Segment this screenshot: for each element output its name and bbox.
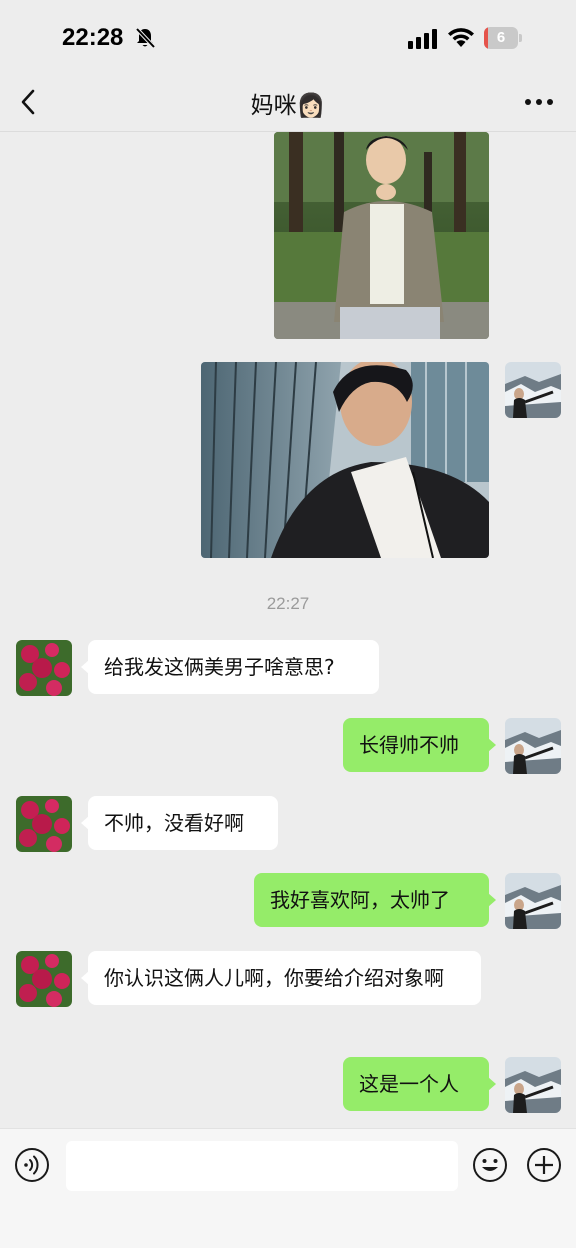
chat-header: 妈咪👩🏻 xyxy=(0,72,576,132)
my-avatar[interactable] xyxy=(505,718,561,774)
contact-avatar[interactable] xyxy=(16,640,72,696)
sent-message[interactable]: 这是一个人 xyxy=(343,1057,496,1111)
received-message[interactable]: 不帅，没看好啊 xyxy=(81,796,278,850)
more-dots-icon[interactable] xyxy=(524,98,554,106)
status-bar: 22:28 6 xyxy=(0,0,576,72)
sent-message[interactable]: 我好喜欢阿，太帅了 xyxy=(254,873,496,927)
battery-percent: 6 xyxy=(496,29,506,46)
sent-photo-selfie[interactable] xyxy=(201,362,489,558)
my-avatar[interactable] xyxy=(505,1057,561,1113)
sent-photo-park[interactable] xyxy=(274,132,489,339)
bell-muted-icon xyxy=(135,27,156,49)
battery-icon: 6 xyxy=(484,27,522,49)
status-time: 22:28 xyxy=(62,24,124,51)
emoji-icon[interactable] xyxy=(472,1147,508,1183)
contact-avatar[interactable] xyxy=(16,951,72,1007)
plus-icon[interactable] xyxy=(526,1147,562,1183)
message-input[interactable] xyxy=(66,1141,458,1191)
wifi-icon xyxy=(448,28,474,47)
message-timestamp: 22:27 xyxy=(266,594,310,613)
voice-icon[interactable] xyxy=(14,1147,50,1183)
message-list[interactable]: 22:27 给我发这俩美男子啥意思? 长得帅不帅 不帅，没看好啊 我好喜欢阿，太… xyxy=(0,132,576,1128)
my-avatar[interactable] xyxy=(505,362,561,418)
received-message[interactable]: 给我发这俩美男子啥意思? xyxy=(81,640,379,694)
sent-message[interactable]: 长得帅不帅 xyxy=(343,718,496,772)
received-message[interactable]: 你认识这俩人儿啊，你要给介绍对象啊 xyxy=(81,951,481,1005)
contact-avatar[interactable] xyxy=(16,796,72,852)
message-composer xyxy=(0,1128,576,1248)
cellular-signal-icon xyxy=(408,29,437,49)
my-avatar[interactable] xyxy=(505,873,561,929)
chat-title: 妈咪👩🏻 xyxy=(250,93,326,119)
